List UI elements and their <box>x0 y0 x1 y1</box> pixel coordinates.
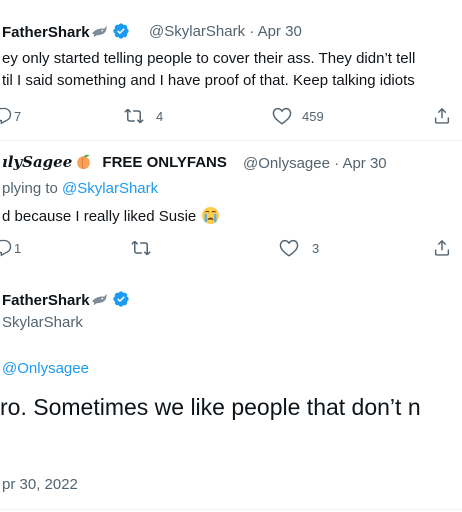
main-replying-handle-link[interactable]: @Onlysagee <box>2 360 89 377</box>
tweet1-reply-count: 7 <box>14 109 22 124</box>
tweet2-replying-to: plying to @SkylarShark <box>2 180 158 197</box>
divider <box>0 509 462 510</box>
retweet-icon[interactable] <box>124 107 144 125</box>
peach-emoji-icon <box>77 154 91 170</box>
crying-emoji-icon <box>202 206 220 225</box>
main-display-name[interactable]: FatherShark <box>2 292 90 309</box>
verified-badge-icon <box>112 23 129 39</box>
tweet2-display-name[interactable]: FREE ONLYFANS <box>102 154 226 171</box>
like-icon[interactable] <box>272 107 292 125</box>
shark-emoji-icon <box>91 25 107 38</box>
share-icon[interactable] <box>433 106 451 126</box>
shark-emoji-icon <box>91 293 107 306</box>
retweet-icon[interactable] <box>131 239 151 257</box>
replying-prefix: plying to <box>2 180 63 197</box>
tweet1-handle-time[interactable]: @SkylarShark · Apr 30 <box>149 23 302 40</box>
share-icon[interactable] <box>433 238 451 258</box>
tweet2-like-count: 3 <box>312 241 320 256</box>
tweet2-text-content: d because I really liked Susie <box>2 208 197 225</box>
tweet1-display-name[interactable]: FatherShark <box>2 24 90 41</box>
tweet1-like-count: 459 <box>302 109 324 124</box>
tweet2-reply-count: 1 <box>14 241 22 256</box>
tweet2-handle-time[interactable]: @Onlysagee · Apr 30 <box>243 155 387 172</box>
main-tweet-text: ro. Sometimes we like people that don’t … <box>0 394 421 420</box>
tweet2-display-name-script[interactable]: ılySagee <box>2 153 72 171</box>
tweet2-text: d because I really liked Susie <box>2 206 220 225</box>
main-handle[interactable]: SkylarShark <box>2 314 83 331</box>
divider <box>0 140 462 141</box>
main-tweet-date[interactable]: pr 30, 2022 <box>2 476 78 493</box>
tweet1-retweet-count: 4 <box>156 109 164 124</box>
verified-badge-icon <box>112 291 129 307</box>
reply-icon[interactable] <box>0 107 12 125</box>
main-author-row[interactable]: FatherShark <box>2 290 130 309</box>
tweet2-replying-handle-link[interactable]: @SkylarShark <box>62 180 158 197</box>
tweet2-author-row[interactable]: ılySagee FREE ONLYFANS <box>2 153 227 171</box>
tweet1-author-row[interactable]: FatherShark <box>2 22 130 41</box>
tweet1-text-line2: til I said something and I have proof of… <box>2 72 415 89</box>
reply-icon[interactable] <box>0 239 12 257</box>
tweet1-text-line1: ey only started telling people to cover … <box>2 50 416 67</box>
like-icon[interactable] <box>279 239 299 257</box>
